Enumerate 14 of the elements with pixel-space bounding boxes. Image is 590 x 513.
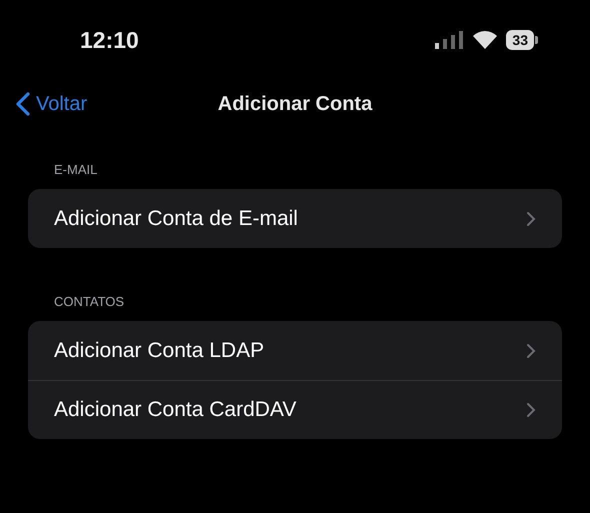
list-item[interactable]: Adicionar Conta de E-mail xyxy=(28,189,562,248)
wifi-icon xyxy=(472,30,498,50)
back-button[interactable]: Voltar xyxy=(16,92,88,116)
clock: 12:10 xyxy=(80,26,139,54)
section-header: E-MAIL xyxy=(53,162,98,177)
page-title: Adicionar Conta xyxy=(218,92,372,114)
chevron-icon xyxy=(526,402,536,418)
back-icon xyxy=(16,92,30,116)
list-item[interactable]: Adicionar Conta LDAP xyxy=(28,321,562,380)
list-item[interactable]: Adicionar Conta CardDAV xyxy=(28,380,562,439)
chevron-icon xyxy=(526,210,536,226)
chevron-icon xyxy=(526,342,536,358)
section-header: CONTATOS xyxy=(53,294,124,309)
signal-icon xyxy=(434,30,464,50)
